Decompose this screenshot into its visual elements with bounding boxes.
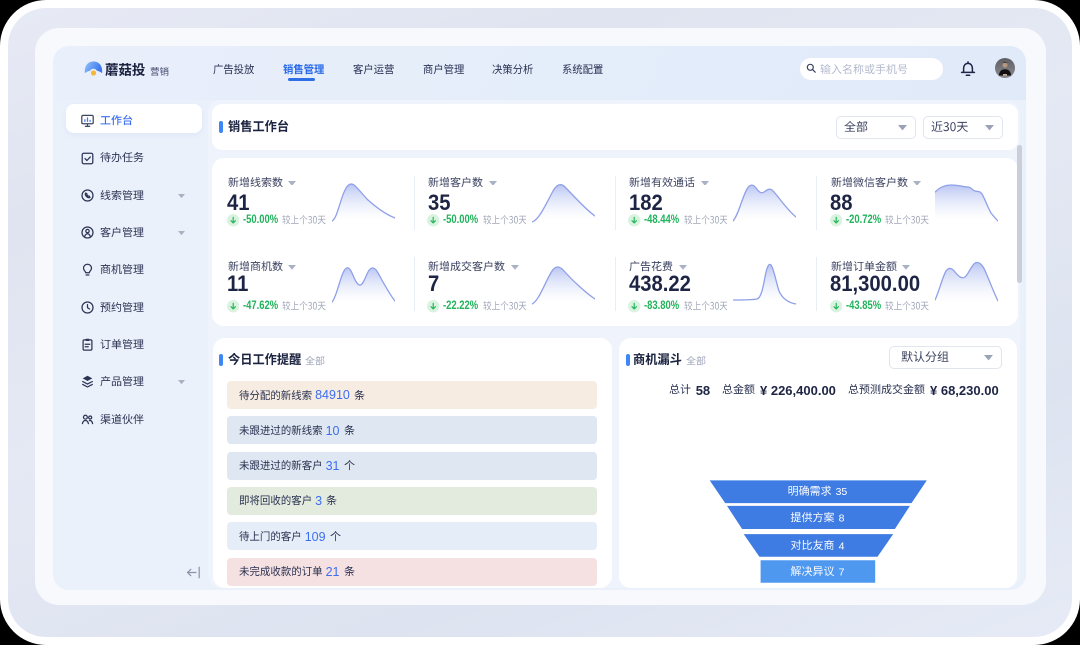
- svg-text:4: 4: [839, 540, 845, 552]
- svg-text:8: 8: [839, 513, 845, 525]
- svg-text:7: 7: [839, 566, 845, 578]
- svg-text:35: 35: [836, 486, 848, 498]
